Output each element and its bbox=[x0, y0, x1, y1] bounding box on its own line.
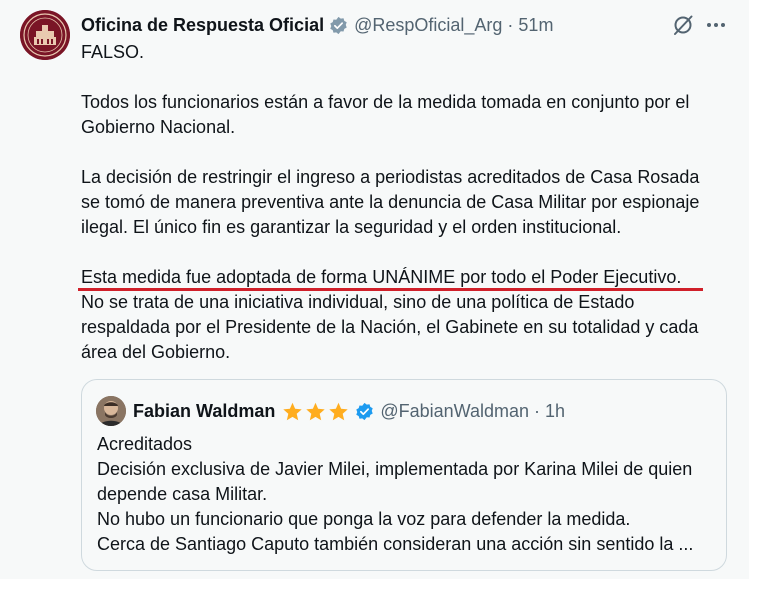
paragraph-4: Esta medida fue adoptada de forma UNÁNIM… bbox=[81, 265, 731, 365]
tweet-text: FALSO. Todos los funcionarios están a fa… bbox=[81, 40, 731, 390]
person-photo-icon bbox=[96, 396, 126, 426]
star-icon bbox=[329, 402, 349, 420]
tweet-card[interactable]: Oficina de Respuesta Oficial @RespOficia… bbox=[0, 0, 749, 579]
quoted-author-avatar[interactable] bbox=[96, 396, 126, 426]
star-icon bbox=[283, 402, 303, 420]
quoted-text: Acreditados Decisión exclusiva de Javier… bbox=[97, 432, 717, 557]
stars-badge bbox=[282, 401, 349, 422]
text-line: Decisión exclusiva de Javier Milei, impl… bbox=[97, 459, 693, 479]
quoted-tweet[interactable]: Fabian Waldman @FabianWaldman · 1h Acred… bbox=[81, 379, 727, 571]
dot-separator: · bbox=[507, 14, 514, 35]
more-options-icon[interactable] bbox=[704, 13, 728, 37]
star-icon bbox=[306, 402, 326, 420]
timestamp[interactable]: 51m bbox=[518, 15, 553, 36]
text-line: respaldada por el Presidente de la Nació… bbox=[81, 317, 699, 337]
text-line: Cerca de Santiago Caputo también conside… bbox=[97, 534, 694, 554]
paragraph-1: FALSO. bbox=[81, 40, 731, 65]
dot-separator: · bbox=[534, 400, 541, 421]
text-line: No se trata de una iniciativa individual… bbox=[81, 292, 635, 312]
paragraph-3: La decisión de restringir el ingreso a p… bbox=[81, 165, 731, 240]
author-name[interactable]: Oficina de Respuesta Oficial bbox=[81, 15, 324, 36]
government-seal-icon bbox=[20, 10, 70, 60]
text-line: La decisión de restringir el ingreso a p… bbox=[81, 167, 700, 187]
verified-blue-icon[interactable] bbox=[355, 402, 374, 421]
text-line: Acreditados bbox=[97, 434, 193, 454]
text-line: área del Gobierno. bbox=[81, 342, 231, 362]
page-margin-right bbox=[749, 0, 773, 589]
grok-icon[interactable] bbox=[671, 13, 695, 37]
quoted-author-name[interactable]: Fabian Waldman bbox=[133, 401, 275, 422]
author-avatar[interactable] bbox=[20, 10, 70, 60]
quoted-timestamp[interactable]: 1h bbox=[545, 401, 565, 422]
verified-gray-icon[interactable] bbox=[329, 16, 348, 35]
quoted-author-handle[interactable]: @FabianWaldman bbox=[380, 401, 529, 422]
text-line: Todos los funcionarios están a favor de … bbox=[81, 92, 690, 112]
paragraph-2: Todos los funcionarios están a favor de … bbox=[81, 90, 731, 140]
page-margin-bottom bbox=[0, 579, 773, 589]
author-handle[interactable]: @RespOficial_Arg bbox=[354, 15, 502, 36]
text-line: depende casa Militar. bbox=[97, 484, 268, 504]
highlighted-line: Esta medida fue adoptada de forma UNÁNIM… bbox=[81, 267, 682, 287]
text-line: No hubo un funcionario que ponga la voz … bbox=[97, 509, 631, 529]
text-line: se tomó de manera preventiva ante la den… bbox=[81, 192, 700, 212]
tweet-header: Oficina de Respuesta Oficial @RespOficia… bbox=[81, 13, 553, 37]
quoted-header: Fabian Waldman @FabianWaldman · 1h bbox=[133, 399, 565, 423]
text-line: ilegal. El único fin es garantizar la se… bbox=[81, 217, 622, 237]
text-line: FALSO. bbox=[81, 42, 145, 62]
red-underline-annotation bbox=[78, 288, 703, 291]
text-line: Gobierno Nacional. bbox=[81, 117, 236, 137]
